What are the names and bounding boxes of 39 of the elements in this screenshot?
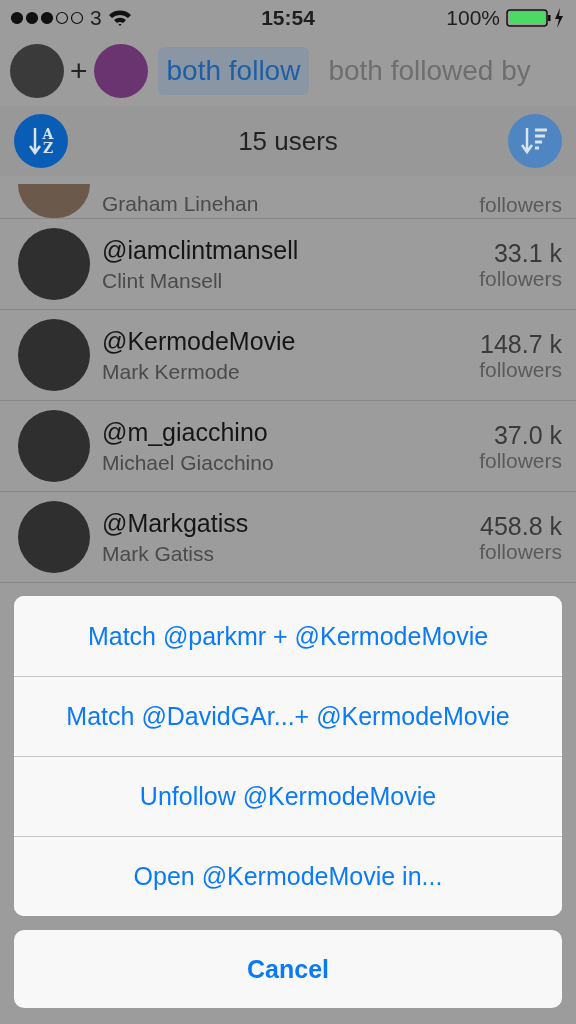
user-row[interactable]: @iamclintmansell Clint Mansell 33.1 k followers	[0, 219, 576, 310]
user-handle: @m_giacchino	[102, 417, 269, 447]
user-row[interactable]: @m_giacchino Michael Giacchino 37.0 k followers	[0, 401, 576, 492]
followers-label: followers	[479, 194, 562, 216]
carrier-name: 3	[90, 6, 102, 30]
follower-count: 33.1 k	[493, 238, 562, 268]
user-row[interactable]: @Markgatiss Mark Gatiss 458.8 k followers	[0, 492, 576, 583]
follower-count: 458.8 k	[480, 511, 562, 541]
down-arrow-icon	[28, 127, 41, 155]
user-full-name: Mark Gatiss	[102, 541, 215, 566]
plus-sign: +	[70, 54, 88, 88]
followers-label: followers	[479, 358, 562, 381]
user-full-name: Graham Linehan	[102, 192, 260, 216]
user-full-name: Michael Giacchino	[102, 450, 275, 475]
wifi-icon	[107, 9, 132, 27]
follower-count: 37.0 k	[493, 420, 562, 450]
followers-label: followers	[479, 267, 562, 290]
clock-time: 15:54	[261, 6, 315, 30]
filter-tab[interactable]: both follow	[157, 47, 310, 95]
sort-descending-icon	[520, 126, 550, 156]
user-row[interactable]: @KermodeMovie Mark Kermode 148.7 k followers	[0, 310, 576, 401]
followers-label: followers	[479, 540, 562, 563]
user-count: 15 users	[238, 125, 338, 157]
battery-percentage: 100%	[446, 6, 500, 30]
user-avatar[interactable]	[93, 44, 148, 98]
user-handle: @iamclintmansell	[102, 235, 300, 265]
battery-charging-icon	[506, 7, 566, 29]
user-avatar[interactable]	[10, 44, 64, 98]
cancel-button[interactable]: Cancel	[14, 930, 562, 1008]
user-handle: @Markgatiss	[102, 508, 250, 538]
user-full-name: Mark Kermode	[102, 359, 241, 384]
sort-alphabetical-button[interactable]: A Z	[14, 114, 68, 168]
followers-label: followers	[479, 449, 562, 472]
user-full-name: Clint Mansell	[102, 268, 224, 293]
action-sheet-option[interactable]: Open @KermodeMovie in...	[14, 836, 562, 916]
signal-strength-icon	[10, 11, 84, 25]
sort-by-followers-button[interactable]	[508, 114, 562, 168]
user-handle: @KermodeMovie	[102, 326, 297, 356]
follower-count: 148.7 k	[480, 329, 562, 359]
